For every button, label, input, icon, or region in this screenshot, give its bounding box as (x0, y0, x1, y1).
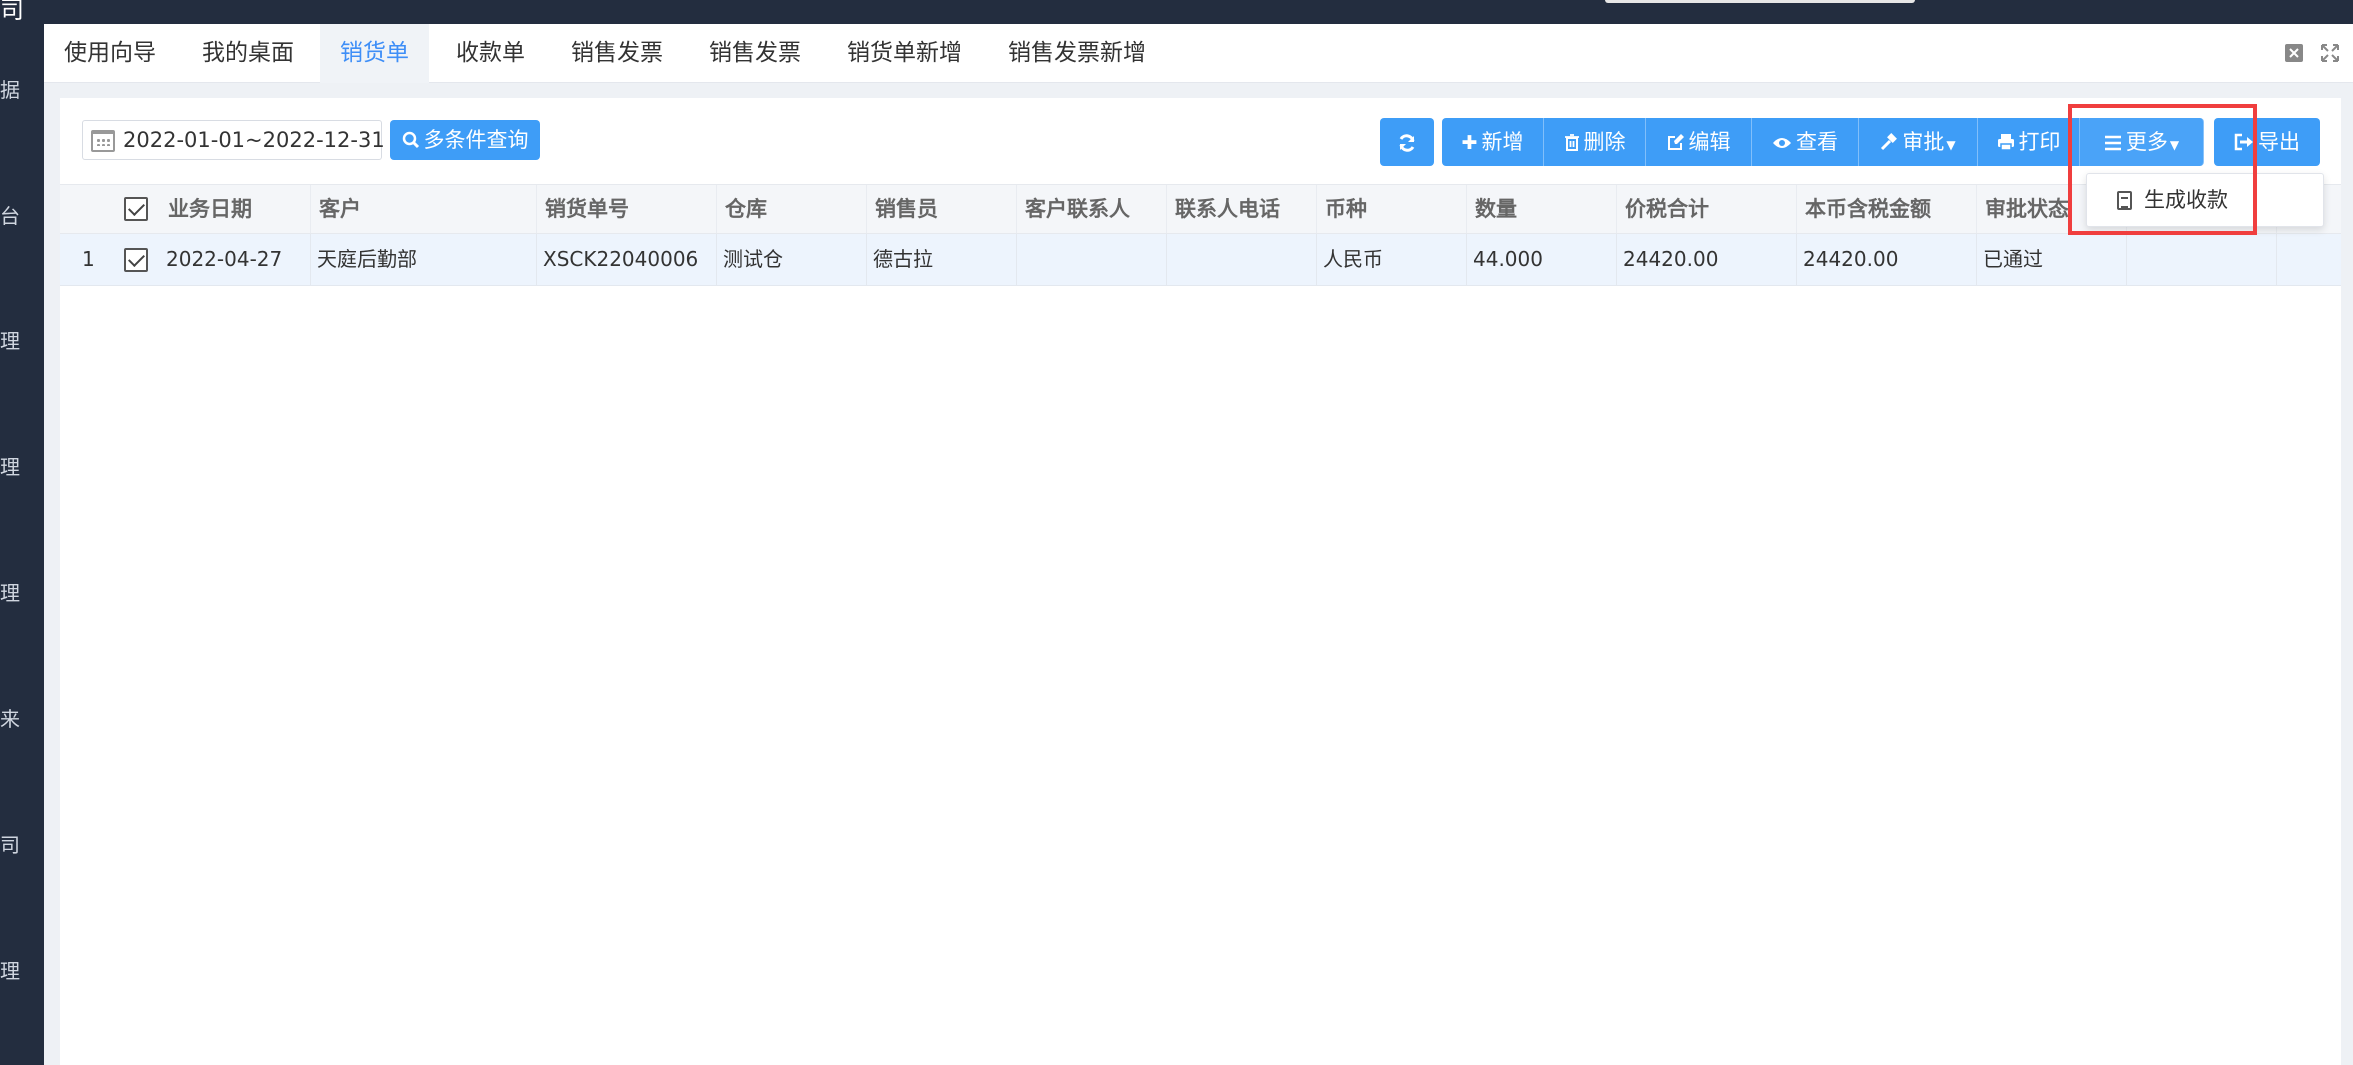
generate-receipt-label: 生成收款 (2144, 188, 2228, 212)
sidebar-item-7[interactable]: 司 (0, 829, 20, 858)
top-bar (0, 0, 2353, 24)
edit-icon (1667, 119, 1685, 167)
sidebar-item-4[interactable]: 理 (0, 451, 20, 480)
column-header[interactable]: 客户 (310, 185, 536, 233)
print-label: 打印 (2018, 130, 2061, 154)
add-button[interactable]: ✚ 新增 (1442, 118, 1544, 166)
approve-label: 审批 (1902, 130, 1945, 154)
tab-guide[interactable]: 使用向导 (44, 24, 176, 83)
tab-receipt[interactable]: 收款单 (436, 24, 545, 83)
export-button[interactable]: 导出 (2214, 118, 2320, 166)
tab-sales-delivery[interactable]: 销货单 (320, 24, 429, 83)
refresh-icon (1397, 128, 1417, 156)
column-header[interactable]: 客户联系人 (1016, 185, 1166, 233)
date-range-input[interactable]: 2022-01-01~2022-12-31 (82, 120, 385, 160)
more-button[interactable]: 更多 ▼ (2080, 118, 2204, 166)
print-button[interactable]: 打印 (1978, 118, 2080, 166)
column-header[interactable]: 销售员 (866, 185, 1016, 233)
tab-sales-invoice-new[interactable]: 销售发票新增 (988, 24, 1166, 83)
eye-icon (1772, 119, 1792, 167)
generate-receipt-menu-item[interactable]: 生成收款 (2117, 174, 2228, 226)
table-cell: 测试仓 (716, 234, 866, 285)
approve-button[interactable]: 审批 ▼ (1859, 118, 1978, 166)
search-icon (402, 121, 420, 161)
table-cell-empty (2276, 234, 2341, 285)
column-header[interactable]: 业务日期 (160, 185, 310, 233)
column-header[interactable]: 数量 (1466, 185, 1616, 233)
export-label: 导出 (2258, 130, 2300, 154)
caret-down-icon: ▼ (1946, 138, 1956, 152)
delete-button[interactable]: 删除 (1544, 118, 1646, 166)
sidebar-item-1[interactable]: 据 (0, 74, 20, 103)
tab-sales-invoice-1[interactable]: 销售发票 (551, 24, 683, 83)
sidebar-item-6[interactable]: 来 (0, 703, 20, 732)
menu-icon (2104, 119, 2122, 167)
caret-down-icon: ▼ (2169, 138, 2180, 152)
plus-icon: ✚ (1461, 132, 1478, 154)
more-dropdown-menu: 生成收款 (2086, 173, 2324, 227)
add-label: 新增 (1481, 130, 1524, 154)
table-cell (1166, 234, 1316, 285)
sidebar: 司 据 台 理 理 理 来 司 理 (0, 0, 44, 1065)
tab-sales-invoice-2[interactable]: 销售发票 (689, 24, 821, 83)
refresh-button[interactable] (1380, 118, 1434, 166)
fullscreen-icon[interactable] (2320, 43, 2340, 63)
calendar-icon (91, 130, 115, 152)
delete-label: 删除 (1583, 130, 1626, 154)
row-checkbox[interactable] (124, 248, 148, 272)
document-icon (2117, 191, 2132, 210)
table-cell: XSCK22040006 (536, 234, 716, 285)
table-cell (1016, 234, 1166, 285)
table-cell: 2022-04-27 (166, 247, 283, 271)
row-index: 1 (82, 247, 95, 271)
sidebar-item-8[interactable]: 理 (0, 955, 20, 984)
sidebar-logo: 司 (0, 0, 24, 24)
tab-sales-delivery-new[interactable]: 销货单新增 (827, 24, 982, 83)
top-search-box[interactable] (1605, 0, 1915, 3)
gavel-icon (1880, 119, 1898, 167)
table-cell: 24420.00 (1616, 234, 1796, 285)
multi-condition-query-label: 多条件查询 (423, 128, 529, 152)
date-range-value: 2022-01-01~2022-12-31 (123, 128, 385, 152)
sidebar-item-3[interactable]: 理 (0, 325, 20, 354)
view-label: 查看 (1796, 130, 1838, 154)
table-cell-empty (2126, 234, 2276, 285)
sidebar-item-5[interactable]: 理 (0, 577, 20, 606)
edit-label: 编辑 (1688, 130, 1731, 154)
table-row[interactable]: 1 2022-04-27 天庭后勤部 XSCK22040006 测试仓 德古拉 … (60, 234, 2341, 286)
table-cell: 已通过 (1976, 234, 2126, 285)
table-cell: 天庭后勤部 (310, 234, 536, 285)
column-header[interactable]: 币种 (1316, 185, 1466, 233)
trash-icon (1564, 119, 1580, 167)
table-header: 业务日期 客户 销货单号 仓库 销售员 客户联系人 联系人电话 币种 数量 价税… (60, 184, 2341, 234)
table-cell: 44.000 (1466, 234, 1616, 285)
table-cell: 德古拉 (866, 234, 1016, 285)
select-all-checkbox[interactable] (124, 197, 148, 221)
close-icon[interactable] (2284, 43, 2304, 63)
export-icon (2234, 119, 2254, 167)
column-header[interactable]: 联系人电话 (1166, 185, 1316, 233)
column-header[interactable]: 本币含税金额 (1796, 185, 1976, 233)
tab-bar: 使用向导 我的桌面 销货单 收款单 销售发票 销售发票 销货单新增 销售发票新增 (44, 24, 2353, 83)
more-label: 更多 (2125, 130, 2168, 154)
sidebar-item-2[interactable]: 台 (0, 200, 20, 229)
table-cell: 人民币 (1316, 234, 1466, 285)
printer-icon (1997, 119, 2015, 167)
table-cell: 24420.00 (1796, 234, 1976, 285)
view-button[interactable]: 查看 (1752, 118, 1859, 166)
multi-condition-query-button[interactable]: 多条件查询 (390, 120, 540, 160)
column-header[interactable]: 仓库 (716, 185, 866, 233)
column-header[interactable]: 价税合计 (1616, 185, 1796, 233)
tab-desktop[interactable]: 我的桌面 (182, 24, 314, 83)
edit-button[interactable]: 编辑 (1646, 118, 1752, 166)
column-header[interactable]: 销货单号 (536, 185, 716, 233)
